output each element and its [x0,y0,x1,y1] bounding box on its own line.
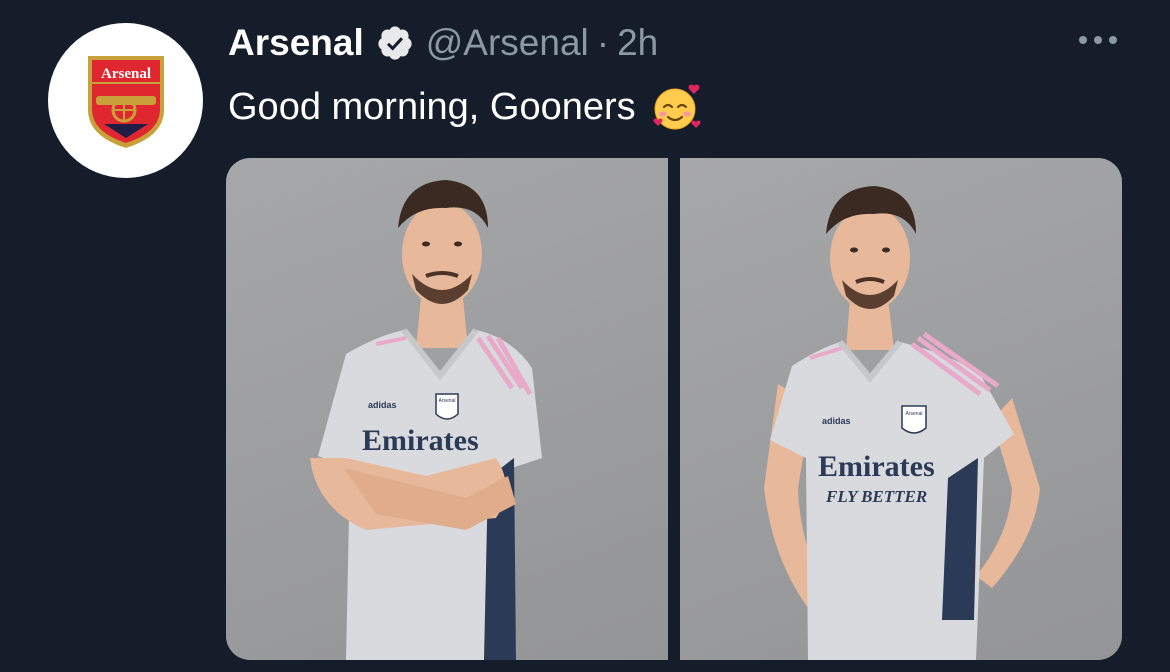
timestamp[interactable]: 2h [617,22,658,64]
verified-badge-icon [378,26,412,60]
tagline-text: FLY BETTER [825,487,927,506]
sponsor-text: Emirates [818,450,935,483]
media-photo-2[interactable]: Arsenal adidas Emirates FLY BETTER [680,158,1122,660]
more-options-icon[interactable] [1076,30,1120,50]
brand-text: adidas [368,400,397,410]
sponsor-text: Emirates [362,424,479,457]
handle[interactable]: @Arsenal [426,22,589,64]
arsenal-crest-icon: Arsenal [87,55,164,148]
player-arms-crossed-image: Arsenal adidas Emirates [310,180,542,660]
display-name[interactable]: Arsenal [228,22,364,64]
badge-text: Arsenal [906,411,923,417]
brand-text: adidas [822,416,851,426]
tweet-media: Arsenal adidas Emirates Arsenal adidas E… [226,158,1122,660]
badge-text: Arsenal [439,398,456,404]
tweet: Arsenal Arsenal @Arsenal · 2h Good morni… [0,0,1170,672]
avatar[interactable]: Arsenal [48,23,203,178]
tweet-text: Good morning, Gooners [228,85,636,128]
player-hands-on-hips-image: Arsenal adidas Emirates FLY BETTER [764,186,1040,660]
separator: · [596,22,610,63]
smiling-face-with-hearts-icon [653,84,701,130]
tweet-header: Arsenal @Arsenal · 2h [228,20,658,66]
media-photo-1[interactable]: Arsenal adidas Emirates [226,158,668,660]
tweet-text-row: Good morning, Gooners [228,80,704,134]
crest-label: Arsenal [101,66,151,82]
